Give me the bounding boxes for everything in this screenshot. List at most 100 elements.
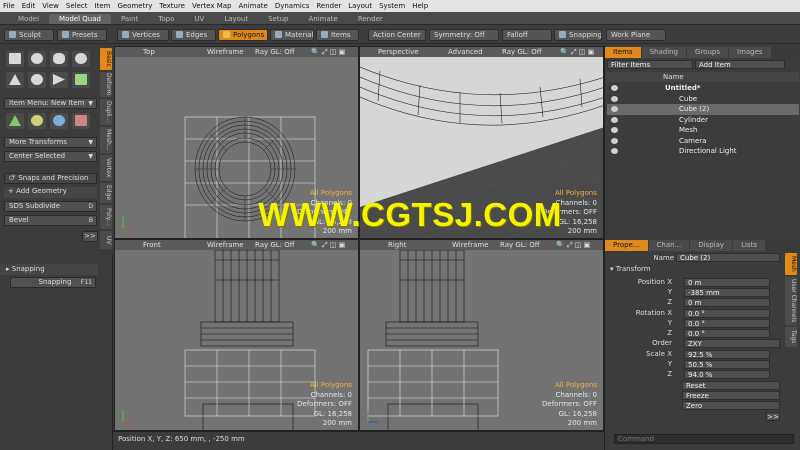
menu-file[interactable]: File (3, 2, 15, 10)
menu-animate[interactable]: Animate (238, 2, 267, 10)
shading-label[interactable]: Wireframe (207, 240, 244, 250)
menu-vertex-map[interactable]: Vertex Map (192, 2, 232, 10)
menu-edit[interactable]: Edit (22, 2, 36, 10)
viewport-nav-icons[interactable]: 🔍 ⤢ ◫ ▣ (556, 240, 590, 250)
materials-button[interactable]: Materials (270, 29, 314, 41)
tab-animate[interactable]: Animate (298, 14, 347, 24)
vtab-tags[interactable]: Tags (785, 327, 797, 347)
transform-section[interactable]: ▾ Transform (610, 265, 651, 273)
vtab-mesh[interactable]: Mesh (785, 253, 797, 275)
items-button[interactable]: Items (316, 29, 359, 41)
rotation-y-field[interactable]: 0.0 ° (684, 319, 770, 328)
menu-view[interactable]: View (42, 2, 59, 10)
presets-button[interactable]: Presets (57, 29, 107, 41)
tab-display[interactable]: Display (690, 240, 733, 251)
more-tools-button[interactable]: >> (82, 231, 98, 242)
rotation-order-dropdown[interactable]: ZXY (684, 339, 780, 348)
vertices-button[interactable]: Vertices (117, 29, 169, 41)
item-row-directional-light[interactable]: Directional Light (607, 146, 799, 157)
rotation-x-field[interactable]: 0.0 ° (684, 309, 770, 318)
tab-model[interactable]: Model (8, 14, 49, 24)
item-row-mesh[interactable]: Mesh (607, 125, 799, 136)
symmetry-dropdown[interactable]: Symmetry: Off (429, 29, 499, 41)
item-row-cube[interactable]: Cube (607, 94, 799, 105)
snapping-button[interactable]: Snapping F11 (10, 277, 96, 288)
raygl-label[interactable]: Ray GL: Off (255, 240, 295, 250)
torus-tool[interactable] (72, 51, 90, 67)
view-label[interactable]: Front (143, 240, 161, 250)
rotation-z-field[interactable]: 0.0 ° (684, 329, 770, 338)
tab-images[interactable]: Images (729, 47, 771, 58)
snaps-precision-section[interactable]: 🜚 Snaps and Precision (4, 173, 97, 184)
scale-y-field[interactable]: 50.5 % (684, 360, 770, 369)
shading-label[interactable]: Wireframe (452, 240, 489, 250)
vtab-user-channels[interactable]: User Channels (785, 277, 797, 325)
tab-properties[interactable]: Prope... (605, 240, 648, 251)
wedge-tool[interactable] (50, 72, 68, 88)
capsule-tool[interactable] (28, 72, 46, 88)
vtab-uv[interactable]: UV (100, 231, 112, 249)
freeze-dropdown[interactable]: Freeze (682, 391, 780, 400)
sphere-tool[interactable] (28, 51, 46, 67)
vtab-duplicate[interactable]: Dupli... (100, 99, 112, 125)
tab-channels[interactable]: Chan... (648, 240, 690, 251)
vtab-deform[interactable]: Deform (100, 72, 112, 97)
tab-model-quad[interactable]: Model Quad (49, 14, 111, 24)
item-row-camera[interactable]: Camera (607, 136, 799, 147)
viewport-right[interactable]: Right Wireframe Ray GL: Off 🔍 ⤢ ◫ ▣ All … (359, 239, 604, 431)
view-label[interactable]: Right (388, 240, 406, 250)
menu-layout[interactable]: Layout (348, 2, 372, 10)
view-label[interactable]: Perspective (378, 47, 419, 57)
position-z-field[interactable]: 0 m (684, 298, 770, 307)
position-x-field[interactable]: 0 m (684, 278, 770, 287)
tab-setup[interactable]: Setup (258, 14, 298, 24)
viewport-front[interactable]: Front Wireframe Ray GL: Off 🔍 ⤢ ◫ ▣ All … (114, 239, 359, 431)
tab-topo[interactable]: Topo (148, 14, 184, 24)
viewport-nav-icons[interactable]: 🔍 ⤢ ◫ ▣ (560, 47, 594, 57)
tab-shading[interactable]: Shading (641, 47, 687, 58)
text-tool[interactable] (72, 72, 90, 88)
center-selected-dropdown[interactable]: Center Selected ▼ (4, 151, 97, 162)
add-geometry-section[interactable]: + Add Geometry (4, 187, 97, 198)
shading-label[interactable]: Wireframe (207, 47, 244, 57)
cube-tool[interactable] (6, 51, 24, 67)
tab-items[interactable]: Items (605, 47, 641, 58)
work-plane-dropdown[interactable]: Work Plane (606, 29, 666, 41)
snapping-toggle[interactable]: Snapping (554, 29, 602, 41)
action-center-dropdown[interactable]: Action Center (368, 29, 426, 41)
command-input[interactable] (614, 434, 794, 444)
item-menu-dropdown[interactable]: Item Menu: New Item ▼ (4, 98, 97, 109)
item-row-cube-2[interactable]: Cube (2) (607, 104, 799, 115)
scale-x-field[interactable]: 92.5 % (684, 350, 770, 359)
menu-render[interactable]: Render (316, 2, 341, 10)
raygl-label[interactable]: Ray GL: Off (502, 47, 542, 57)
menu-geometry[interactable]: Geometry (117, 2, 152, 10)
raygl-label[interactable]: Ray GL: Off (500, 240, 540, 250)
vtab-mesh-edit[interactable]: Mesh... (100, 127, 112, 153)
bevel-button[interactable]: Bevel B (4, 215, 97, 226)
reset-dropdown[interactable]: Reset (682, 381, 780, 390)
position-y-field[interactable]: -385 mm (684, 288, 770, 297)
more-transforms-dropdown[interactable]: More Transforms ▼ (4, 137, 97, 148)
sculpt-button[interactable]: Sculpt (4, 29, 54, 41)
tab-render[interactable]: Render (348, 14, 393, 24)
vtab-vertex[interactable]: Vertex (100, 155, 112, 181)
edges-button[interactable]: Edges (171, 29, 216, 41)
vtab-polygon[interactable]: Poly... (100, 205, 112, 229)
scale-z-field[interactable]: 94.0 % (684, 370, 770, 379)
cone-tool[interactable] (6, 72, 24, 88)
snapping-section-header[interactable]: ▸ Snapping (0, 264, 98, 275)
viewport-nav-icons[interactable]: 🔍 ⤢ ◫ ▣ (311, 47, 345, 57)
move-tool[interactable] (6, 113, 24, 129)
rotate-tool[interactable] (28, 113, 46, 129)
item-row-cylinder[interactable]: Cylinder (607, 115, 799, 126)
scene-row[interactable]: Untitled* (607, 83, 799, 94)
tab-groups[interactable]: Groups (687, 47, 728, 58)
scale-tool[interactable] (50, 113, 68, 129)
menu-dynamics[interactable]: Dynamics (275, 2, 310, 10)
menu-select[interactable]: Select (66, 2, 88, 10)
falloff-dropdown[interactable]: Falloff (502, 29, 552, 41)
tab-layout[interactable]: Layout (214, 14, 258, 24)
sds-subdivide-button[interactable]: SDS Subdivide D (4, 201, 97, 212)
view-label[interactable]: Top (143, 47, 155, 57)
